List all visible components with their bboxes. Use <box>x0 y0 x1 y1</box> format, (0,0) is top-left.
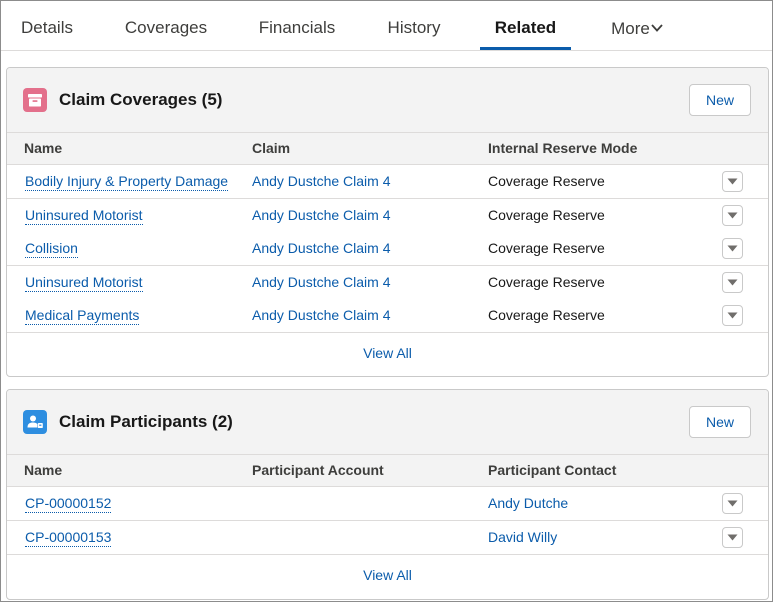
coverage-name-link[interactable]: Collision <box>25 232 78 265</box>
view-all-participants-link[interactable]: View All <box>7 567 768 583</box>
table-row: Collision Andy Dustche Claim 4 Coverage Re… <box>7 232 768 266</box>
claim-participants-card: Claim Participants (2) New Name Particip… <box>6 389 769 600</box>
table-row: Bodily Injury & Property Damage Andy Dust… <box>7 165 768 199</box>
coverage-name-link[interactable]: Uninsured Motorist <box>25 266 143 299</box>
view-all-coverages-link[interactable]: View All <box>7 345 768 361</box>
tab-related[interactable]: Related <box>480 1 571 50</box>
card-title: Claim Participants (2) <box>59 412 233 431</box>
claim-link[interactable]: Andy Dustche Claim 4 <box>252 299 391 332</box>
tab-details[interactable]: Details <box>15 1 79 50</box>
record-tabs: Details Coverages Financials History Rel… <box>1 1 772 51</box>
row-actions-button[interactable] <box>722 526 743 548</box>
table-row: CP-00000153 David Willy <box>7 520 768 555</box>
table-row: Medical Payments Andy Dustche Claim 4 Cove… <box>7 299 768 333</box>
chevron-down-icon <box>651 1 663 32</box>
table-row: Uninsured Motorist Andy Dustche Claim 4 Co… <box>7 198 768 233</box>
row-actions-button[interactable] <box>722 271 743 293</box>
row-actions-button[interactable] <box>722 493 743 514</box>
claim-link[interactable]: Andy Dustche Claim 4 <box>252 165 391 198</box>
row-actions-button[interactable] <box>722 171 743 192</box>
participant-icon <box>23 410 47 434</box>
claim-link[interactable]: Andy Dustche Claim 4 <box>252 266 391 299</box>
column-header-name[interactable]: Name <box>24 455 62 486</box>
claim-link[interactable]: Andy Dustche Claim 4 <box>252 199 391 232</box>
participant-contact-link[interactable]: David Willy <box>488 521 557 554</box>
row-actions-button[interactable] <box>722 305 743 326</box>
participant-contact-link[interactable]: Andy Dutche <box>488 487 568 520</box>
card-header: Claim Participants (2) New <box>7 390 768 454</box>
card-header: Claim Coverages (5) New <box>7 68 768 132</box>
column-header-participant-contact[interactable]: Participant Contact <box>488 455 616 486</box>
reserve-mode-value: Coverage Reserve <box>488 240 605 256</box>
participant-name-link[interactable]: CP-00000153 <box>25 521 112 554</box>
card-title: Claim Coverages (5) <box>59 90 223 109</box>
row-actions-button[interactable] <box>722 238 743 259</box>
coverage-name-link[interactable]: Bodily Injury & Property Damage <box>25 165 229 198</box>
claim-link[interactable]: Andy Dustche Claim 4 <box>252 232 391 265</box>
coverage-name-link[interactable]: Uninsured Motorist <box>25 199 143 232</box>
coverage-name-link[interactable]: Medical Payments <box>25 299 140 332</box>
new-coverage-button[interactable]: New <box>689 84 751 116</box>
tab-more-label: More <box>611 19 650 38</box>
table-row: Uninsured Motorist Andy Dustche Claim 4 Co… <box>7 265 768 300</box>
column-header-claim[interactable]: Claim <box>252 133 290 164</box>
tab-more[interactable]: More <box>605 1 669 50</box>
column-header-participant-account[interactable]: Participant Account <box>252 455 384 486</box>
reserve-mode-value: Coverage Reserve <box>488 273 605 290</box>
tab-history[interactable]: History <box>382 1 446 50</box>
row-actions-button[interactable] <box>722 204 743 226</box>
archive-icon <box>23 88 47 112</box>
tab-financials[interactable]: Financials <box>253 1 341 50</box>
tab-coverages[interactable]: Coverages <box>121 1 211 50</box>
claim-coverages-card: Claim Coverages (5) New Name Claim Inter… <box>6 67 769 377</box>
table-header: Name Claim Internal Reserve Mode <box>7 132 768 165</box>
reserve-mode-value: Coverage Reserve <box>488 206 605 223</box>
new-participant-button[interactable]: New <box>689 406 751 438</box>
participant-name-link[interactable]: CP-00000152 <box>25 487 112 520</box>
table-row: CP-00000152 Andy Dutche <box>7 487 768 521</box>
column-header-name[interactable]: Name <box>24 133 62 164</box>
reserve-mode-value: Coverage Reserve <box>488 173 605 189</box>
reserve-mode-value: Coverage Reserve <box>488 307 605 323</box>
column-header-reserve-mode[interactable]: Internal Reserve Mode <box>488 133 637 164</box>
related-panel: Details Coverages Financials History Rel… <box>0 0 773 602</box>
table-header: Name Participant Account Participant Con… <box>7 454 768 487</box>
